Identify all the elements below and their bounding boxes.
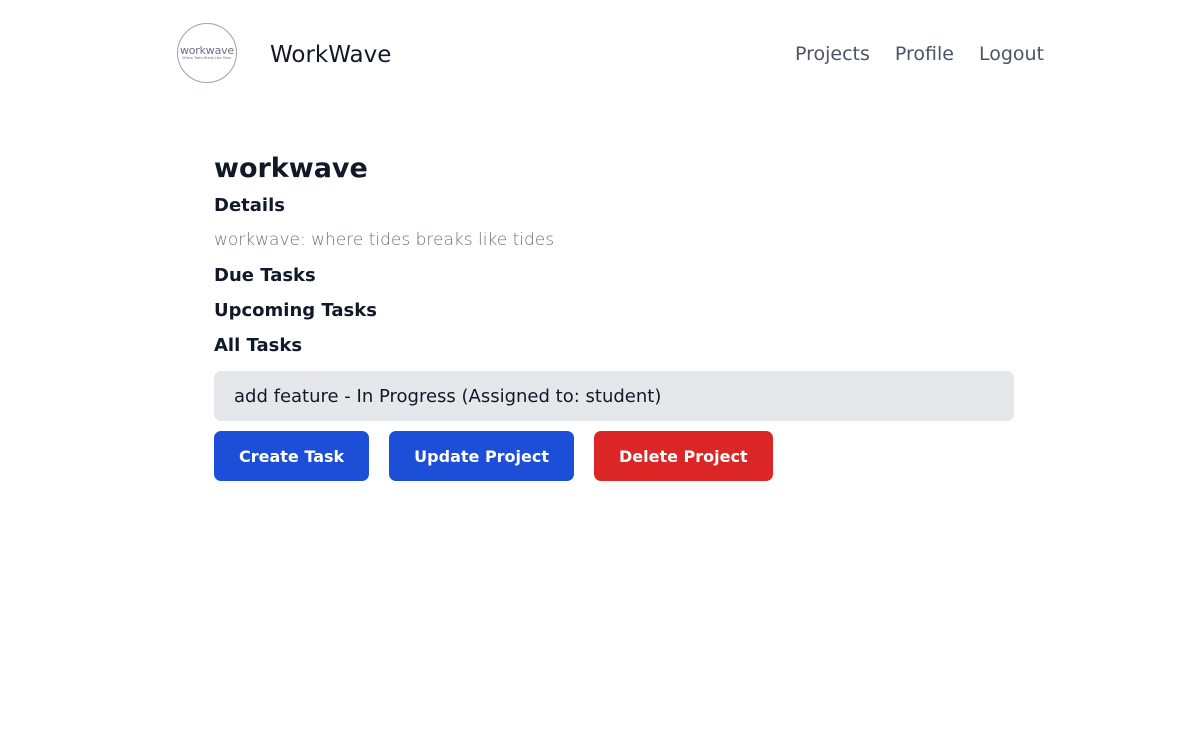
upcoming-tasks-heading: Upcoming Tasks xyxy=(214,300,377,321)
project-page: workwave Where Tasks Break Like Tides Wo… xyxy=(0,0,1188,737)
delete-project-button[interactable]: Delete Project xyxy=(594,431,773,481)
all-tasks-heading: All Tasks xyxy=(214,335,303,356)
project-actions: Create Task Update Project Delete Projec… xyxy=(214,431,1014,481)
logo-tagline: Where Tasks Break Like Tides xyxy=(182,56,232,60)
details-heading: Details xyxy=(214,195,285,216)
project-title: workwave xyxy=(214,153,368,184)
nav-link-projects[interactable]: Projects xyxy=(795,40,870,68)
all-tasks-list: add feature - In Progress (Assigned to: … xyxy=(214,371,1014,421)
project-description: workwave: where tides breaks like tides xyxy=(214,230,555,250)
due-tasks-heading: Due Tasks xyxy=(214,265,316,286)
project-detail: workwave Details workwave: where tides b… xyxy=(214,150,1014,481)
update-project-button[interactable]: Update Project xyxy=(389,431,575,481)
create-task-button[interactable]: Create Task xyxy=(214,431,370,481)
workwave-logo[interactable]: workwave Where Tasks Break Like Tides xyxy=(177,23,237,83)
task-list-item[interactable]: add feature - In Progress (Assigned to: … xyxy=(214,371,1014,421)
logo-wordmark: workwave xyxy=(179,44,235,57)
main-nav: Projects Profile Logout xyxy=(795,40,1044,68)
brand-name[interactable]: WorkWave xyxy=(270,39,391,71)
nav-link-logout[interactable]: Logout xyxy=(979,40,1044,68)
nav-link-profile[interactable]: Profile xyxy=(895,40,954,68)
top-navbar: workwave Where Tasks Break Like Tides Wo… xyxy=(0,0,1188,110)
